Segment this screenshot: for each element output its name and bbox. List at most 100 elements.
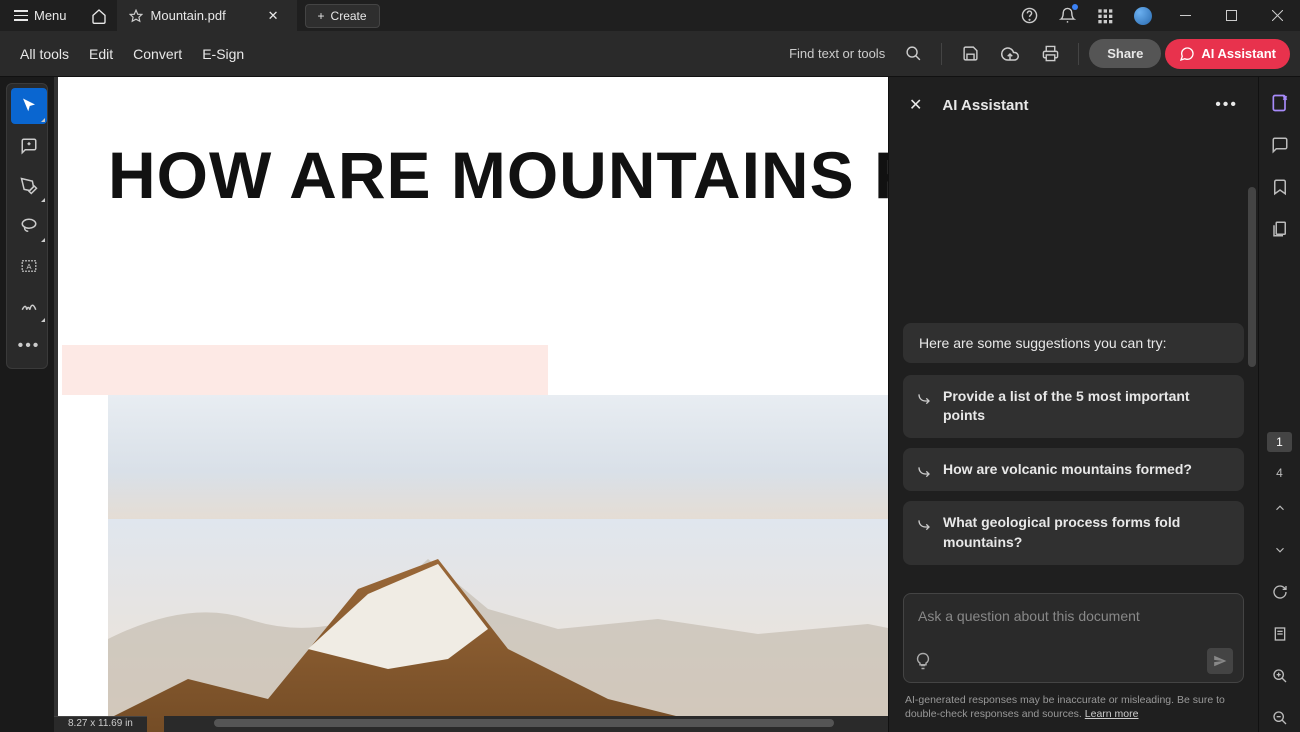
ai-panel-menu-button[interactable]: •••: [1211, 92, 1242, 118]
more-icon: •••: [18, 337, 41, 355]
ai-scrollbar[interactable]: [1246, 187, 1258, 557]
notifications-button[interactable]: [1048, 0, 1086, 31]
sparkle-doc-icon: [1270, 93, 1290, 113]
share-button[interactable]: Share: [1089, 39, 1161, 68]
search-icon: [905, 45, 922, 62]
suggestion-item[interactable]: Provide a list of the 5 most important p…: [903, 375, 1244, 438]
print-icon: [1042, 45, 1059, 62]
print-button[interactable]: [1032, 36, 1068, 72]
sign-tool[interactable]: [11, 288, 47, 324]
minimize-button[interactable]: [1162, 0, 1208, 31]
comment-tool[interactable]: [11, 128, 47, 164]
ai-question-input[interactable]: Ask a question about this document: [903, 593, 1244, 683]
menu-button[interactable]: Menu: [0, 0, 81, 31]
page-layout-icon: [1272, 626, 1288, 642]
suggestion-text: Provide a list of the 5 most important p…: [943, 387, 1230, 426]
signature-icon: [20, 297, 38, 315]
apps-button[interactable]: [1086, 0, 1124, 31]
close-window-button[interactable]: [1254, 0, 1300, 31]
bookmarks-button[interactable]: [1266, 173, 1294, 201]
send-button[interactable]: [1207, 648, 1233, 674]
document-page[interactable]: HOW ARE MOUNTAINS FORMED?: [58, 77, 888, 732]
divider: [1078, 43, 1079, 65]
current-page-indicator[interactable]: 1: [1267, 432, 1292, 452]
suggestion-item[interactable]: What geological process forms fold mount…: [903, 501, 1244, 564]
learn-more-link[interactable]: Learn more: [1085, 708, 1139, 720]
ai-assistant-button[interactable]: AI Assistant: [1165, 39, 1290, 69]
bookmark-icon: [1271, 178, 1289, 196]
rotate-button[interactable]: [1266, 578, 1294, 606]
zoom-out-button[interactable]: [1266, 704, 1294, 732]
ai-button-label: AI Assistant: [1201, 46, 1276, 61]
thumbnails-button[interactable]: [1266, 215, 1294, 243]
horizontal-scrollbar[interactable]: [164, 716, 888, 732]
scrollbar-thumb[interactable]: [214, 719, 834, 727]
hamburger-icon: [14, 10, 28, 21]
document-tab[interactable]: Mountain.pdf ✕: [117, 0, 297, 31]
esign-menu[interactable]: E-Sign: [192, 38, 254, 70]
highlighter-icon: [20, 177, 38, 195]
scrollbar-thumb[interactable]: [1248, 187, 1256, 367]
star-icon: [129, 9, 143, 23]
save-button[interactable]: [952, 36, 988, 72]
reply-arrow-icon: [917, 515, 933, 531]
document-heading: HOW ARE MOUNTAINS FORMED?: [58, 77, 888, 213]
zoom-out-icon: [1272, 710, 1288, 726]
lightbulb-icon[interactable]: [914, 652, 932, 670]
menu-label: Menu: [34, 8, 67, 23]
suggestion-item[interactable]: How are volcanic mountains formed?: [903, 448, 1244, 492]
lasso-icon: [20, 217, 38, 235]
globe-icon: [1134, 7, 1152, 25]
edit-menu[interactable]: Edit: [79, 38, 123, 70]
zoom-in-button[interactable]: [1266, 662, 1294, 690]
comment-icon: [20, 137, 38, 155]
draw-tool[interactable]: [11, 208, 47, 244]
total-pages: 4: [1276, 466, 1283, 480]
home-icon: [91, 8, 107, 24]
more-tools[interactable]: •••: [11, 328, 47, 364]
tab-close-button[interactable]: ✕: [262, 6, 285, 26]
highlight-block: [62, 345, 548, 395]
close-icon: [1272, 10, 1283, 21]
create-button[interactable]: + Create: [305, 4, 380, 28]
page-down-button[interactable]: [1266, 536, 1294, 564]
comments-panel-button[interactable]: [1266, 131, 1294, 159]
page-display-button[interactable]: [1266, 620, 1294, 648]
chevron-down-icon: [1273, 543, 1287, 557]
search-button[interactable]: [895, 36, 931, 72]
cursor-icon: [20, 97, 38, 115]
save-icon: [962, 45, 979, 62]
ai-summary-button[interactable]: [1266, 89, 1294, 117]
ai-panel-close-button[interactable]: ✕: [905, 91, 926, 119]
rotate-icon: [1272, 584, 1288, 600]
page-size-status: 8.27 x 11.69 in: [54, 716, 147, 732]
page-up-button[interactable]: [1266, 494, 1294, 522]
ai-intro-message: Here are some suggestions you can try:: [903, 323, 1244, 363]
help-button[interactable]: [1010, 0, 1048, 31]
ai-disclaimer: AI-generated responses may be inaccurate…: [889, 687, 1258, 732]
reply-arrow-icon: [917, 462, 933, 478]
home-button[interactable]: [81, 0, 117, 31]
ai-panel-title: AI Assistant: [942, 97, 1028, 114]
create-label: Create: [331, 9, 367, 23]
plus-icon: +: [318, 9, 325, 23]
chevron-up-icon: [1273, 501, 1287, 515]
maximize-button[interactable]: [1208, 0, 1254, 31]
mountain-image: [108, 395, 888, 732]
comment-icon: [1271, 136, 1289, 154]
zoom-in-icon: [1272, 668, 1288, 684]
select-tool[interactable]: [11, 88, 47, 124]
notification-dot-icon: [1072, 4, 1078, 10]
cloud-button[interactable]: [992, 36, 1028, 72]
cloud-upload-icon: [1001, 45, 1019, 63]
all-tools-menu[interactable]: All tools: [10, 38, 79, 70]
highlight-tool[interactable]: [11, 168, 47, 204]
convert-menu[interactable]: Convert: [123, 38, 192, 70]
account-button[interactable]: [1124, 0, 1162, 31]
tab-title: Mountain.pdf: [151, 8, 226, 23]
help-icon: [1021, 7, 1038, 24]
pages-icon: [1271, 220, 1289, 238]
textbox-tool[interactable]: A: [11, 248, 47, 284]
text-box-icon: A: [20, 257, 38, 275]
grid-icon: [1097, 8, 1113, 24]
